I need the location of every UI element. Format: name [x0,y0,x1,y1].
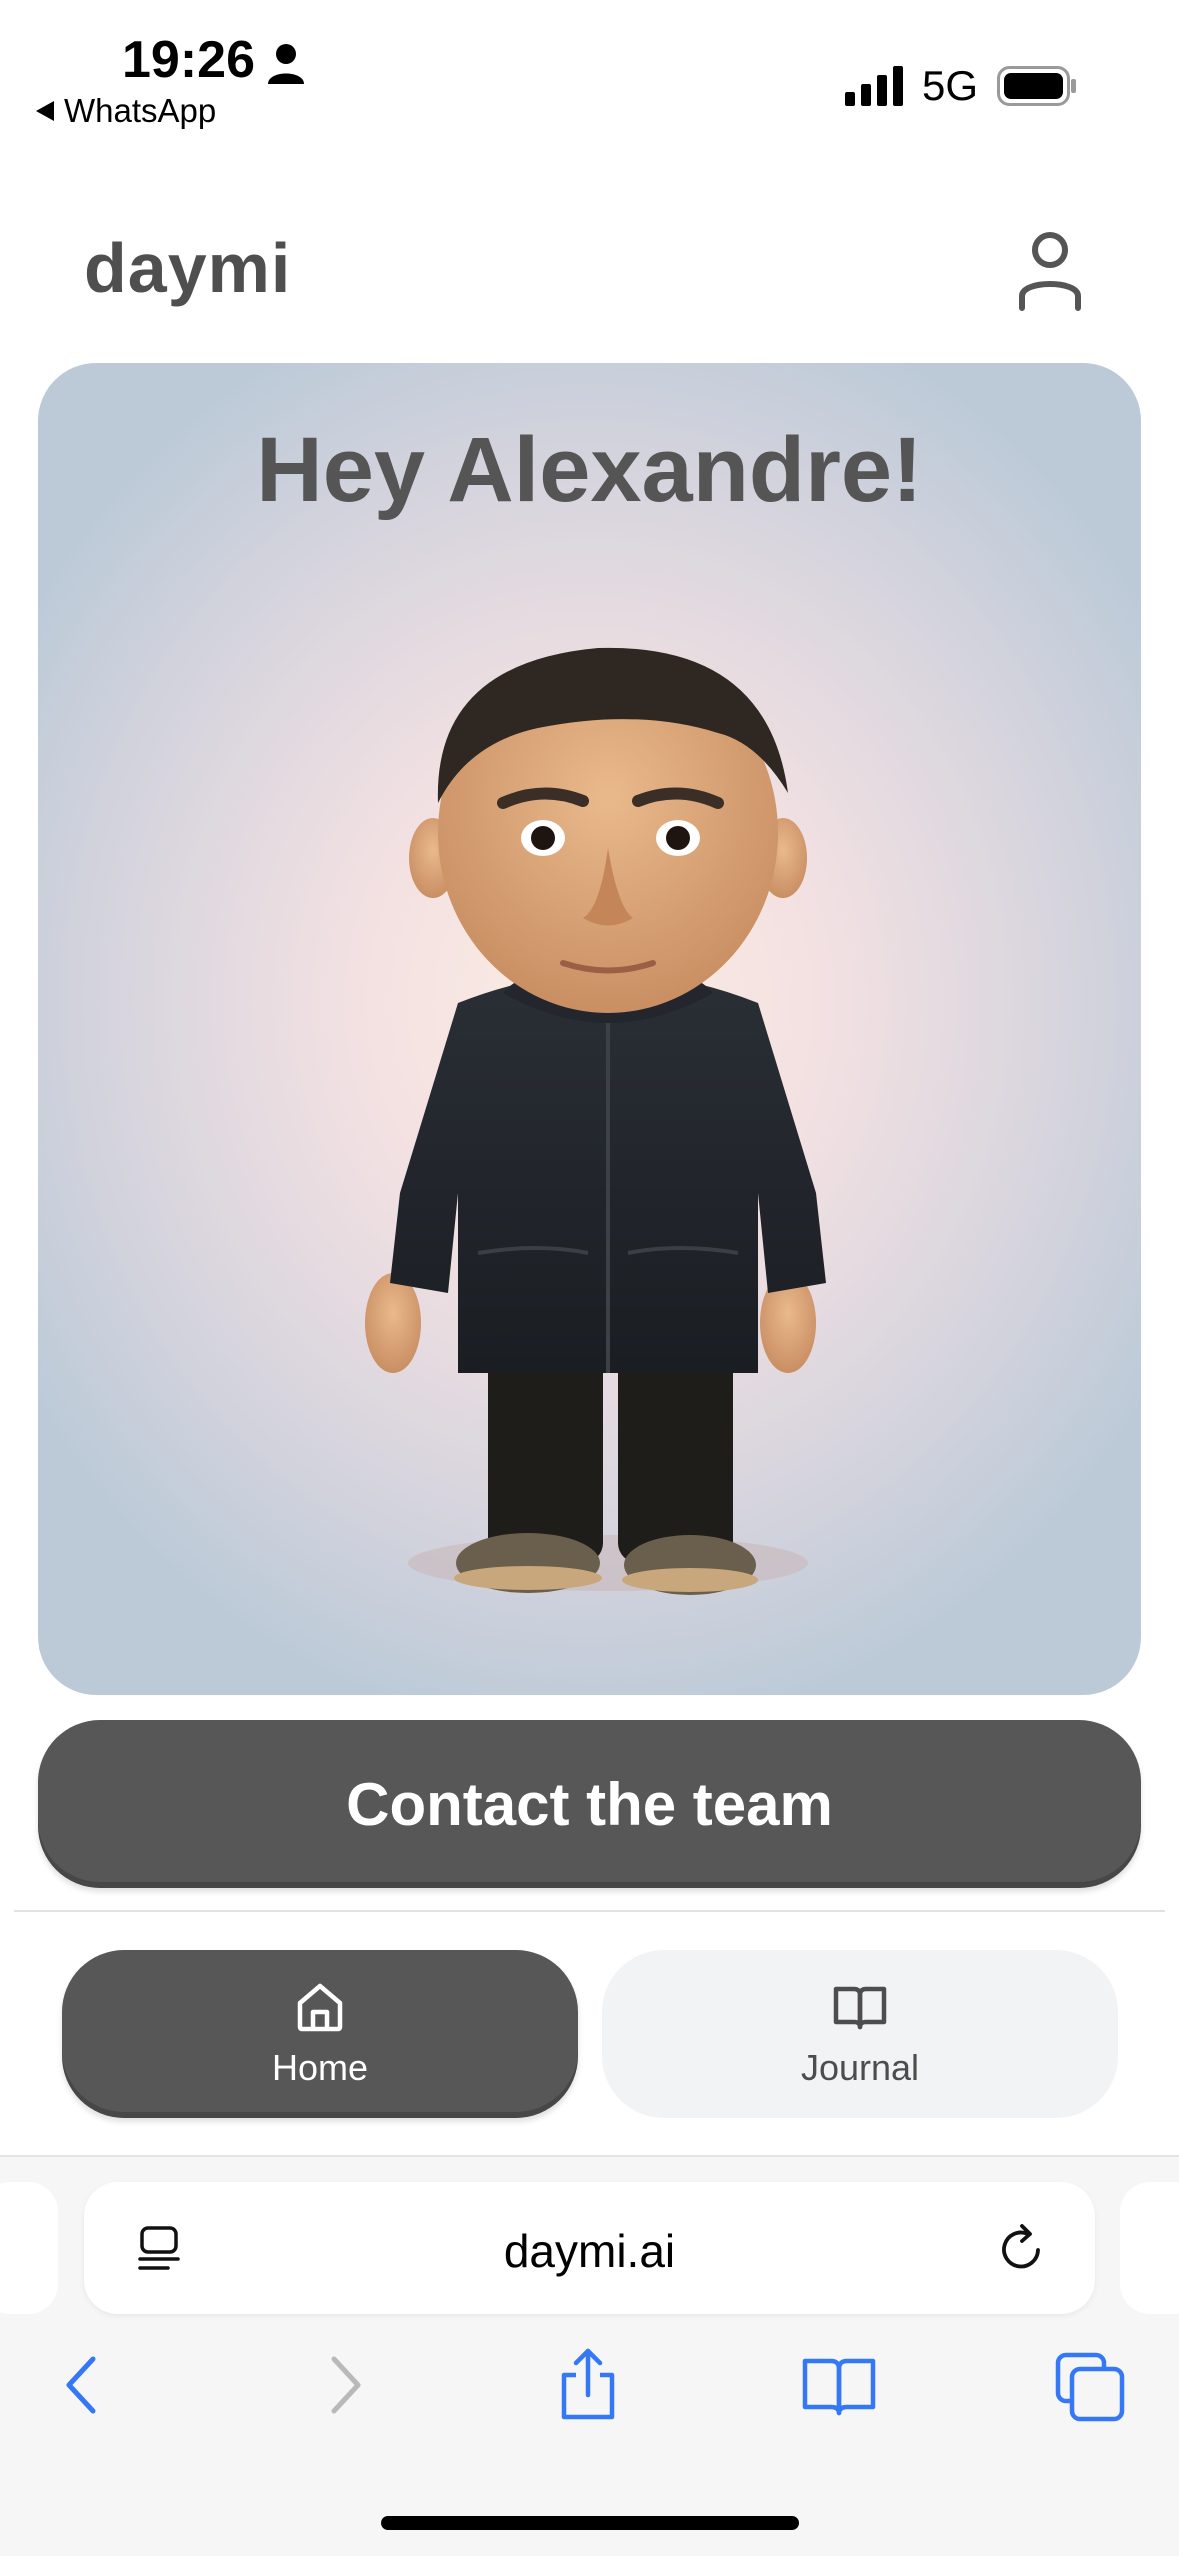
contact-team-button[interactable]: Contact the team [38,1720,1141,1888]
status-time: 19:26 [122,31,255,89]
person-icon [268,44,304,84]
tabs-overview-icon[interactable] [1050,2345,1130,2425]
tab-home-label: Home [271,2047,369,2088]
cellular-signal-icon [845,66,903,106]
status-bar: 19:26 WhatsApp 5G [0,0,1179,140]
reload-icon[interactable] [994,2220,1050,2276]
battery-icon [997,66,1076,106]
greeting-title: Hey Alexandre! [256,419,923,521]
user-icon[interactable] [1010,228,1090,312]
avatar-figure-image [365,647,826,1595]
home-icon [297,1983,343,2032]
tab-journal-label: Journal [800,2047,920,2088]
book-icon [833,1986,887,2030]
share-icon[interactable] [548,2345,628,2425]
tab-home[interactable]: Home [62,1950,578,2118]
divider [14,1910,1165,1912]
network-type: 5G [922,62,979,109]
forward-chevron-icon[interactable] [302,2345,382,2425]
tab-journal[interactable]: Journal [602,1950,1118,2118]
home-indicator [381,2516,799,2530]
bookmarks-icon[interactable] [799,2345,879,2425]
next-tab-preview[interactable] [1120,2182,1179,2314]
avatar-card: Hey Alexandre! [38,363,1141,1695]
back-chevron-icon[interactable] [45,2345,125,2425]
back-to-app-link[interactable]: WhatsApp [36,92,216,130]
previous-tab-preview[interactable] [0,2182,58,2314]
address-bar[interactable]: daymi.ai [84,2182,1095,2314]
app-logo[interactable]: daymi [84,228,291,308]
back-triangle-icon [36,101,54,121]
url-text[interactable]: daymi.ai [84,2224,1095,2278]
back-app-label: WhatsApp [64,92,217,129]
